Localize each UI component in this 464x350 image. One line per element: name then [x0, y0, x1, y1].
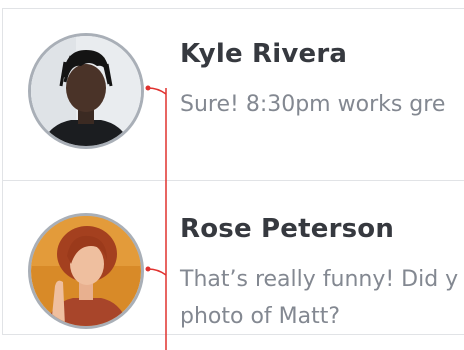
conversation-item[interactable]: Kyle Rivera Sure! 8:30pm works gre — [3, 9, 464, 181]
contact-name: Kyle Rivera — [180, 39, 348, 69]
conversation-list: Kyle Rivera Sure! 8:30pm works gre Rose … — [2, 8, 464, 335]
rose-avatar-image — [31, 216, 141, 326]
message-preview: Sure! 8:30pm works gre — [180, 92, 446, 117]
avatar[interactable] — [28, 33, 144, 149]
avatar[interactable] — [28, 213, 144, 329]
conversation-list-page: Kyle Rivera Sure! 8:30pm works gre Rose … — [0, 0, 464, 350]
message-preview: That’s really funny! Did y photo of Matt… — [180, 267, 459, 329]
conversation-item[interactable]: Rose Peterson That’s really funny! Did y… — [3, 181, 464, 334]
kyle-avatar-image — [31, 36, 141, 146]
contact-name: Rose Peterson — [180, 214, 395, 244]
